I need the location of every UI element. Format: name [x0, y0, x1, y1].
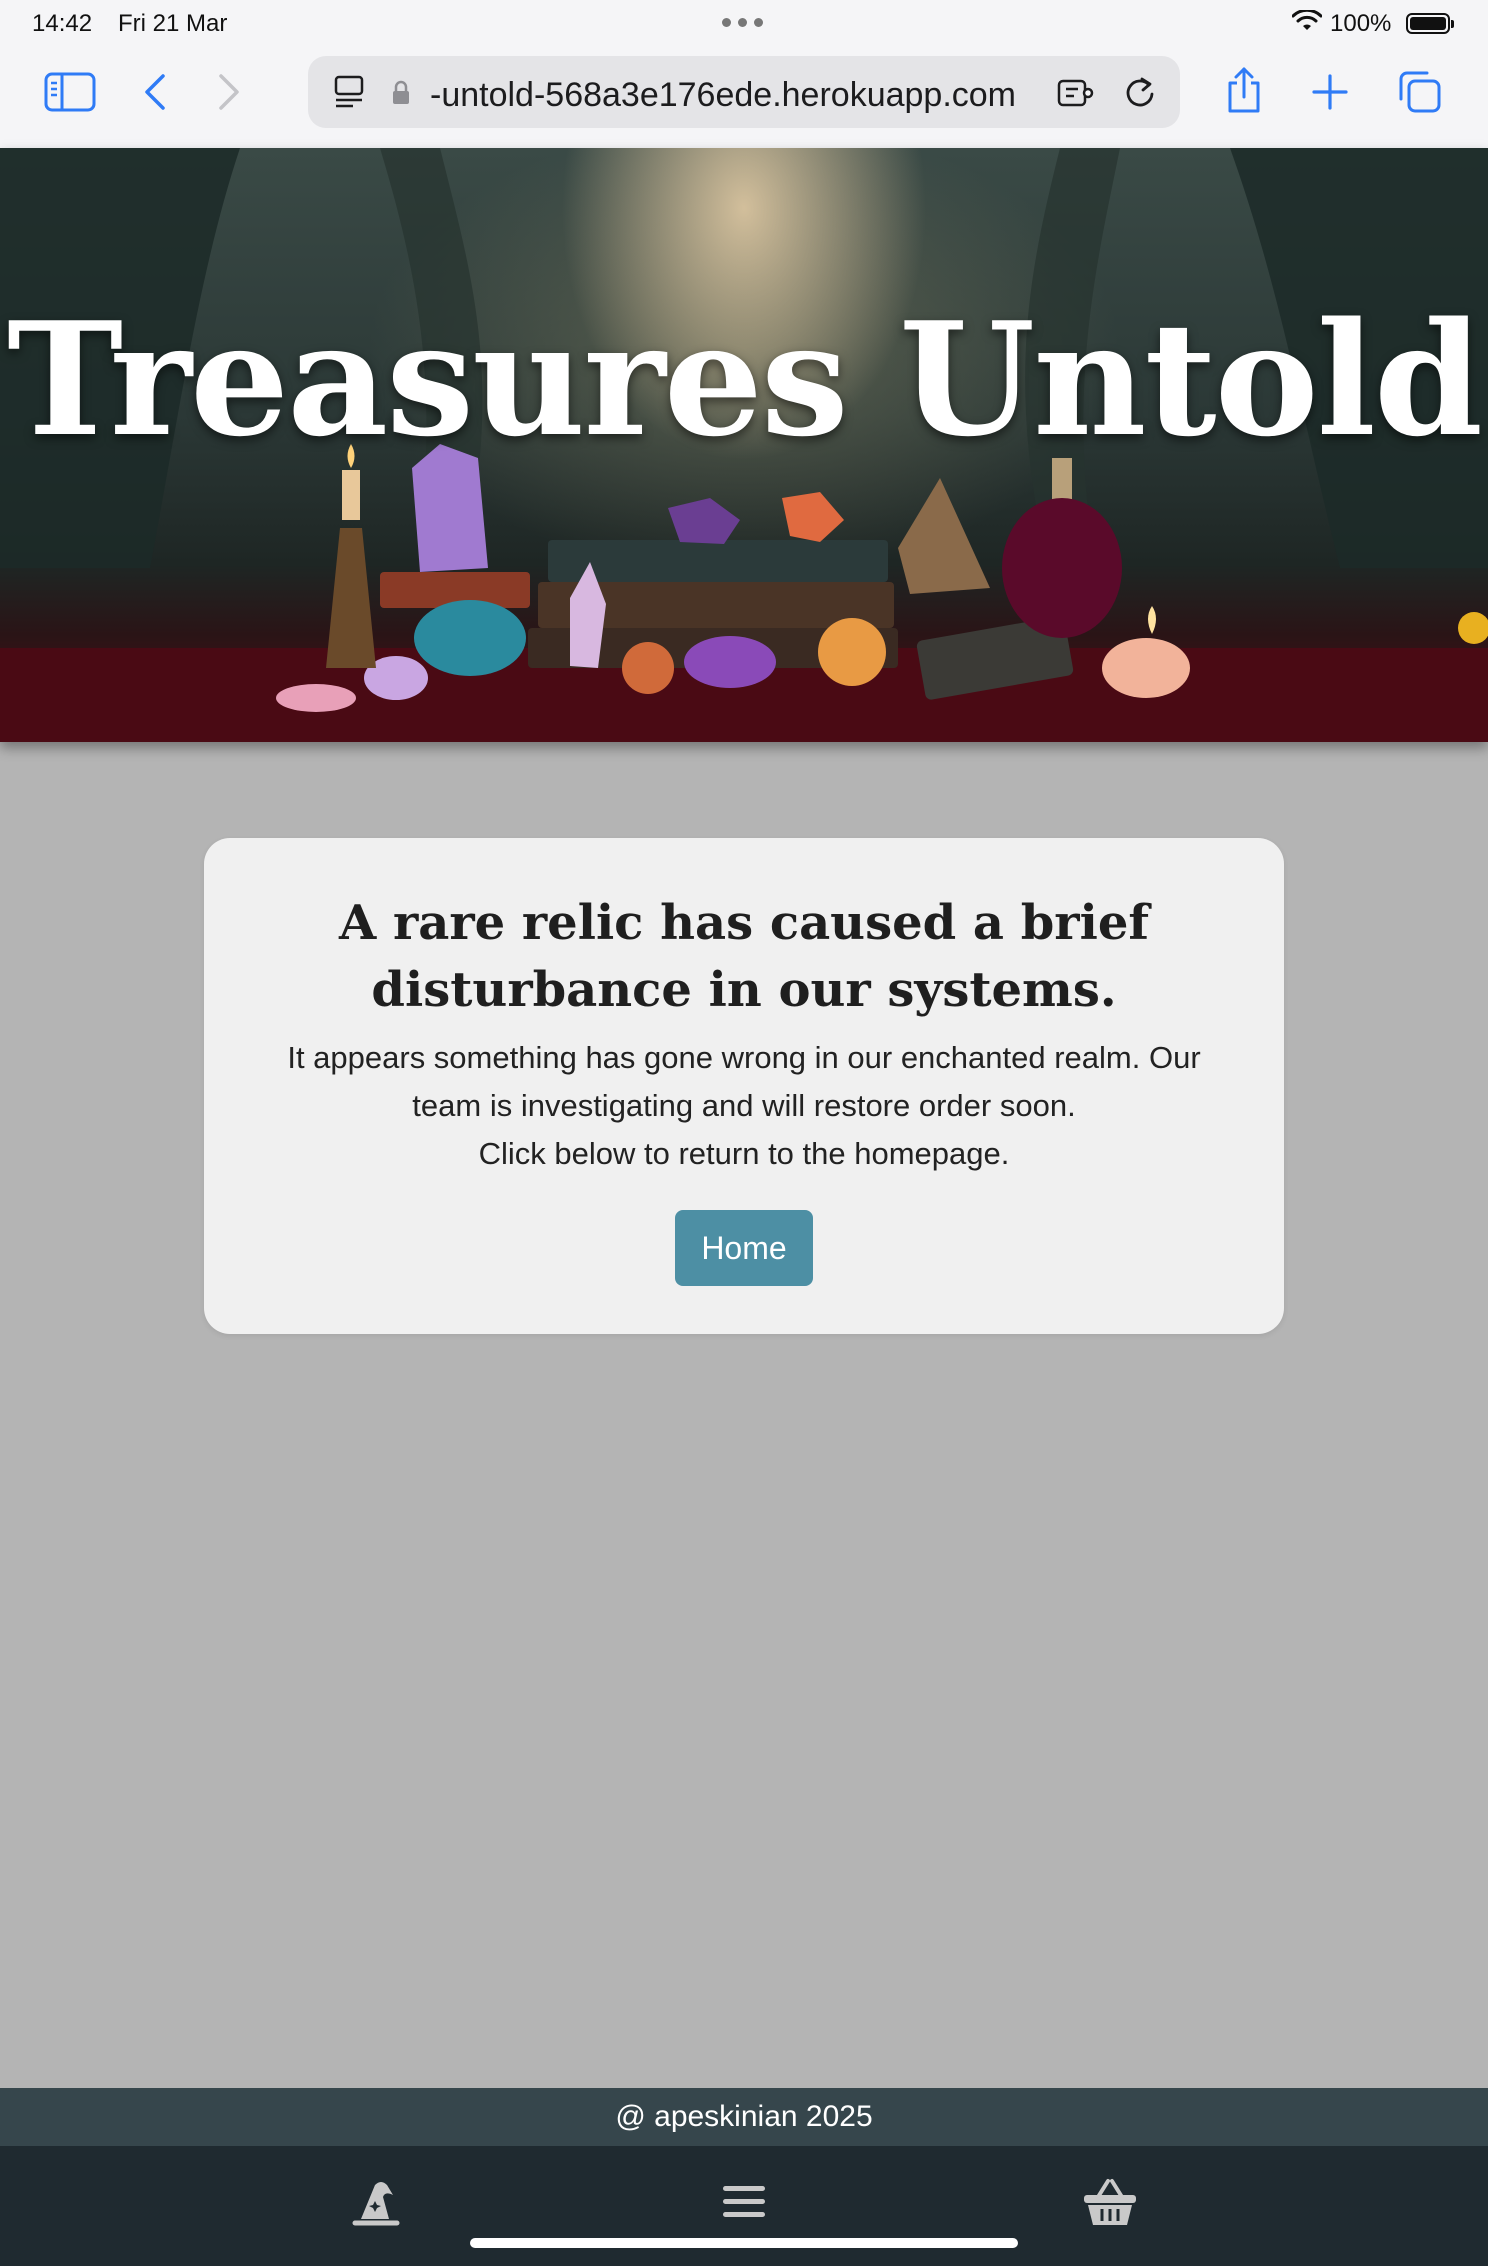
back-icon[interactable] [140, 70, 170, 114]
extension-icon[interactable] [1056, 74, 1096, 110]
site-title[interactable]: Treasures Untold [0, 288, 1488, 471]
error-card: A rare relic has caused a brief disturba… [204, 838, 1284, 1334]
home-indicator[interactable] [470, 2238, 1018, 2248]
error-heading: A rare relic has caused a brief disturba… [339, 895, 1149, 1018]
url-text[interactable]: -untold-568a3e176ede.herokuapp.com [430, 76, 1016, 115]
error-message: It appears something has gone wrong in o… [254, 1034, 1234, 1178]
forward-icon[interactable] [214, 70, 244, 114]
status-bar: 14:42 Fri 21 Mar 100% [0, 0, 1488, 48]
new-tab-icon[interactable] [1310, 70, 1350, 114]
wifi-icon [1291, 8, 1323, 41]
share-icon[interactable] [1222, 64, 1266, 116]
battery-icon [1406, 13, 1454, 34]
page-menu-icon[interactable] [332, 74, 366, 110]
wizard-hat-icon[interactable] [350, 2174, 402, 2230]
error-message-line: It appears something has gone wrong in o… [287, 1040, 1201, 1123]
browser-toolbar: -untold-568a3e176ede.herokuapp.com [0, 48, 1488, 149]
basket-icon[interactable] [1082, 2174, 1138, 2230]
multitasking-dots-icon[interactable] [722, 18, 763, 27]
hero-banner: Treasures Untold [0, 148, 1488, 742]
bottom-nav [0, 2146, 1488, 2266]
error-message-hint: Click below to return to the homepage. [478, 1136, 1010, 1171]
address-bar[interactable]: -untold-568a3e176ede.herokuapp.com [308, 56, 1180, 128]
battery-percentage: 100% [1330, 10, 1392, 37]
status-date: Fri 21 Mar [118, 10, 228, 37]
sidebar-icon[interactable] [44, 70, 96, 114]
status-time: 14:42 [32, 10, 93, 37]
menu-icon[interactable] [718, 2174, 770, 2230]
reload-icon[interactable] [1122, 74, 1158, 110]
footer: @ apeskinian 2025 [0, 2088, 1488, 2146]
tabs-icon[interactable] [1394, 68, 1444, 116]
home-button[interactable]: Home [675, 1210, 813, 1286]
lock-icon [390, 80, 412, 106]
footer-copyright: @ apeskinian 2025 [615, 2100, 873, 2133]
